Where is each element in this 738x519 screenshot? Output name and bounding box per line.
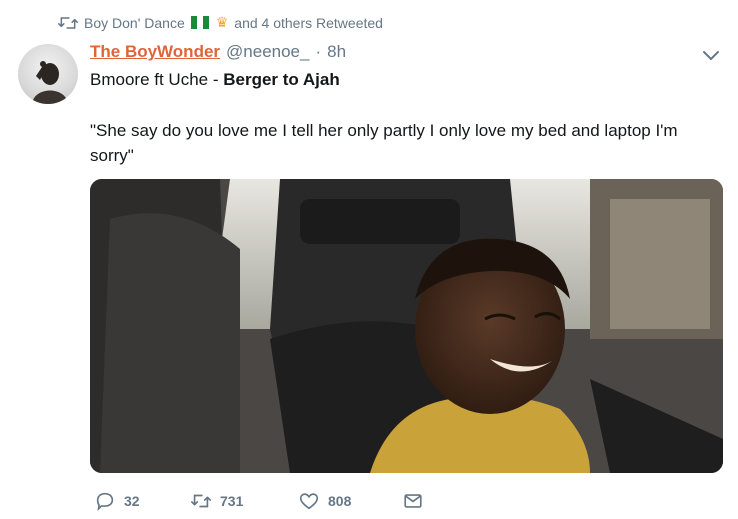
tweet-header: The BoyWonder @neenoe_ · 8h xyxy=(90,42,346,62)
song-line: Bmoore ft Uche - Berger to Ajah xyxy=(90,70,340,90)
tweet-actions: 32 731 808 xyxy=(94,490,424,512)
reply-button[interactable]: 32 xyxy=(94,490,190,512)
timestamp[interactable]: 8h xyxy=(327,42,346,62)
crown-icon: ♛ xyxy=(215,14,229,30)
tweet-media-image[interactable] xyxy=(90,179,723,473)
retweet-icon xyxy=(191,494,211,508)
display-name[interactable]: The BoyWonder xyxy=(90,42,220,62)
retweeter-name[interactable]: Boy Don' Dance xyxy=(84,15,185,31)
retweet-suffix: and 4 others Retweeted xyxy=(234,14,383,31)
retweet-icon xyxy=(58,16,78,29)
reply-icon xyxy=(96,492,114,512)
reply-count: 32 xyxy=(124,493,140,509)
envelope-icon xyxy=(404,494,422,508)
avatar[interactable] xyxy=(18,44,78,104)
tweet-text: "She say do you love me I tell her only … xyxy=(90,121,678,165)
user-handle[interactable]: @neenoe_ xyxy=(226,42,309,62)
song-title: Berger to Ajah xyxy=(223,70,340,89)
retweet-button[interactable]: 731 xyxy=(190,490,298,512)
heart-icon xyxy=(299,493,319,510)
separator-dot: · xyxy=(315,42,322,61)
like-count: 808 xyxy=(328,493,352,509)
like-button[interactable]: 808 xyxy=(298,490,402,512)
song-prefix: Bmoore ft Uche - xyxy=(90,70,224,89)
direct-message-button[interactable] xyxy=(402,490,424,512)
nigeria-flag-icon xyxy=(190,16,209,29)
retweet-count: 731 xyxy=(220,493,244,509)
retweet-context: Boy Don' Dance ♛ and 4 others Retweeted xyxy=(58,14,383,31)
chevron-down-icon[interactable] xyxy=(700,46,722,64)
